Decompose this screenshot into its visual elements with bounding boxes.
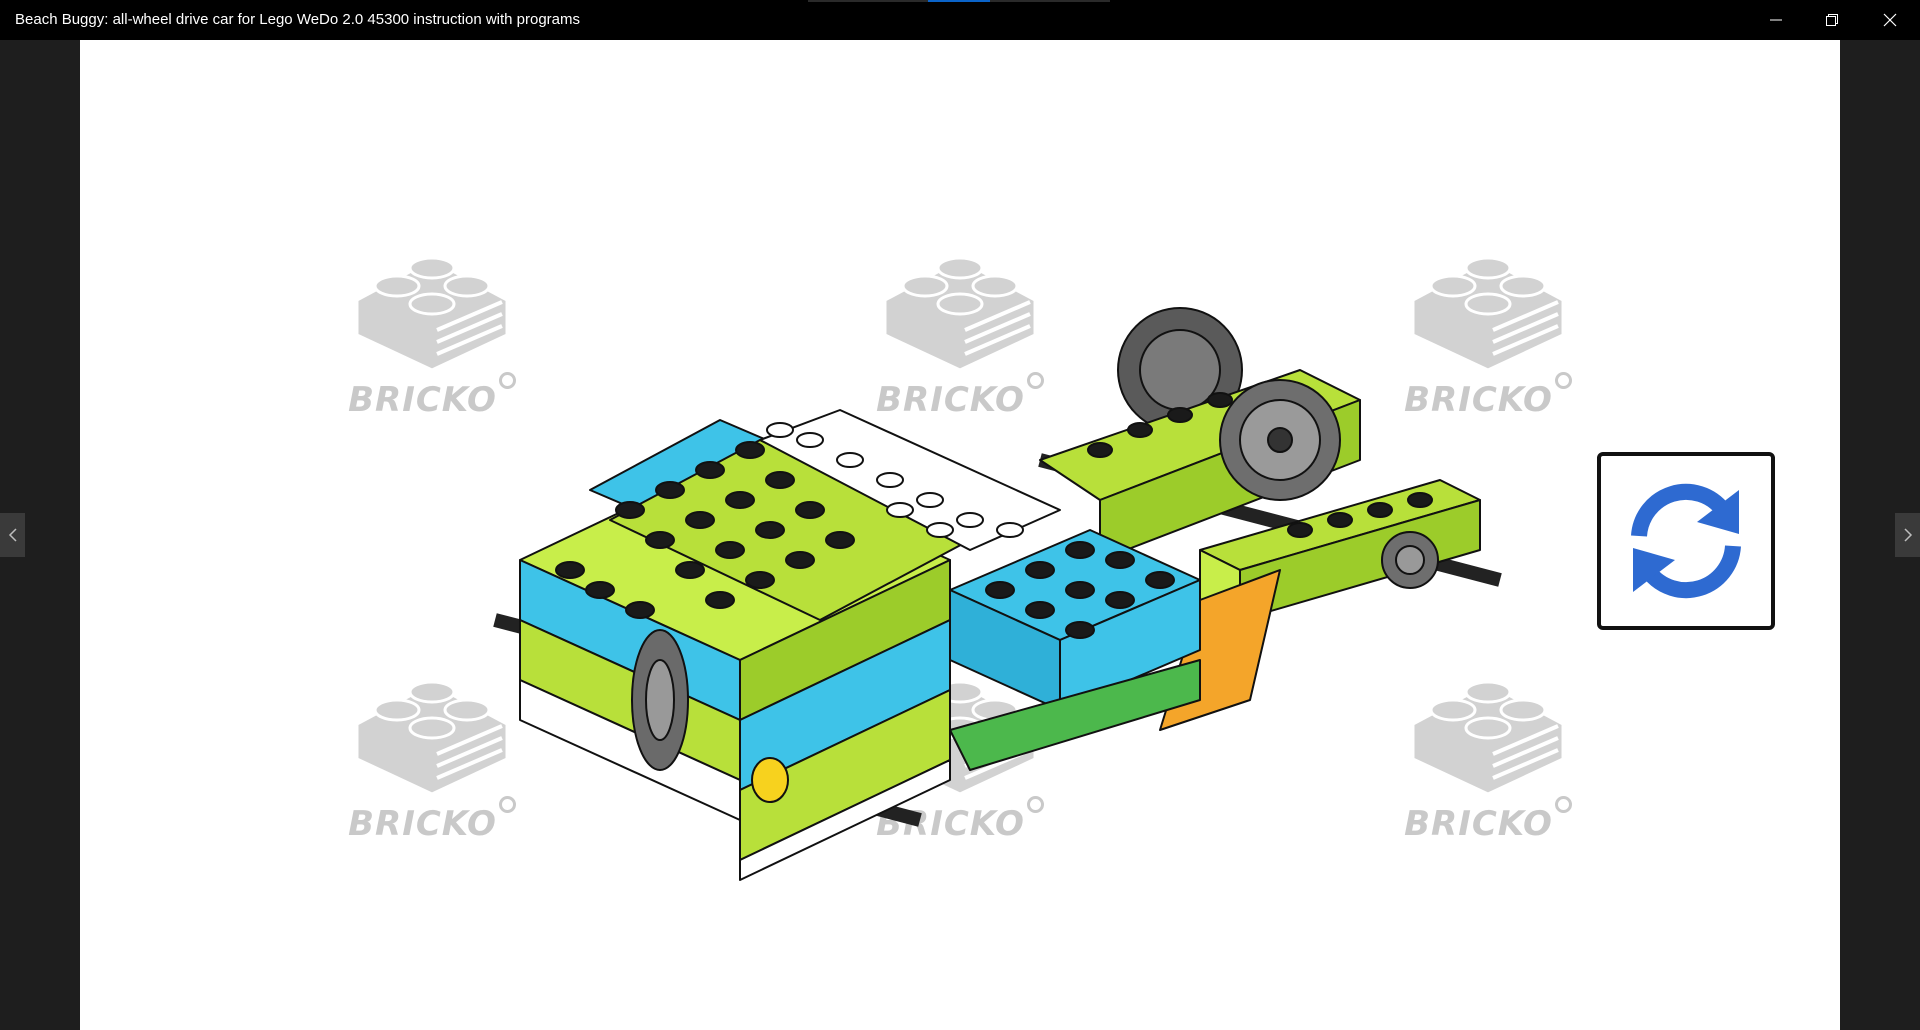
title-accent-strip xyxy=(808,0,928,2)
title-accent-strip xyxy=(990,0,1110,2)
watermark-text: BRICKO xyxy=(348,380,497,420)
close-icon xyxy=(1883,13,1897,27)
rotate-arrows-icon xyxy=(1631,483,1741,599)
minimize-icon xyxy=(1770,19,1782,21)
instruction-viewer: BRICKO BRICKO BRICKO BRICKO BRICKO BRICK… xyxy=(80,40,1840,1030)
chevron-left-icon xyxy=(8,528,17,542)
next-page-button[interactable] xyxy=(1895,513,1920,557)
lego-model-image xyxy=(493,307,1502,881)
chevron-right-icon xyxy=(1903,528,1912,542)
minimize-button[interactable] xyxy=(1748,0,1804,40)
window-title: Beach Buggy: all-wheel drive car for Leg… xyxy=(15,11,581,28)
watermark-text: BRICKO xyxy=(348,804,497,844)
close-button[interactable] xyxy=(1862,0,1918,40)
restore-icon xyxy=(1826,14,1838,26)
restore-button[interactable] xyxy=(1804,0,1860,40)
rotate-model-button[interactable] xyxy=(1597,452,1775,630)
previous-page-button[interactable] xyxy=(0,513,25,557)
title-bar: Beach Buggy: all-wheel drive car for Leg… xyxy=(0,0,1920,40)
title-accent-strip-active xyxy=(928,0,990,2)
